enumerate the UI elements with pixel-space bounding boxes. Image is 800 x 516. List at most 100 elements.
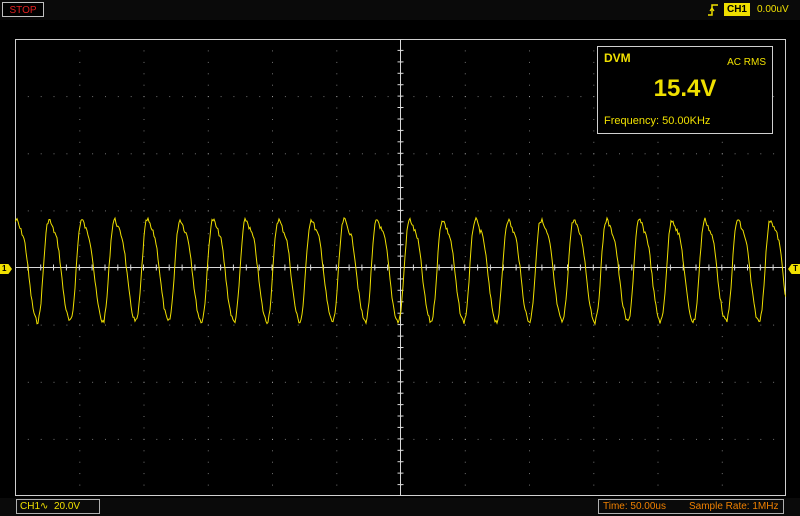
grid-dot xyxy=(220,96,222,98)
grid-dot xyxy=(284,381,286,383)
grid-dot xyxy=(207,393,209,395)
grid-dot xyxy=(259,153,261,155)
grid-dot xyxy=(156,210,158,212)
grid-dot xyxy=(207,221,209,223)
grid-dot xyxy=(464,278,466,280)
grid-dot xyxy=(53,438,55,440)
grid-dot xyxy=(272,358,273,360)
grid-dot xyxy=(40,381,42,383)
grid-dot xyxy=(721,427,723,429)
grid-dot xyxy=(567,153,569,155)
grid-dot xyxy=(593,461,595,463)
grid-dot xyxy=(53,324,55,326)
grid-dot xyxy=(79,107,81,109)
timebase-readout[interactable]: Time: 50.00us Sample Rate: 1MHz xyxy=(598,499,784,514)
grid-dot xyxy=(567,324,569,326)
grid-dot xyxy=(143,301,145,303)
grid-dot xyxy=(773,438,775,440)
grid-dot xyxy=(297,324,299,326)
grid-dot xyxy=(272,84,273,86)
grid-dot xyxy=(336,438,338,440)
grid-dot xyxy=(297,438,299,440)
grid-dot xyxy=(657,164,659,166)
grid-dot xyxy=(143,61,145,63)
grid-dot xyxy=(387,153,389,155)
grid-dot xyxy=(619,153,620,155)
grid-dot xyxy=(336,347,338,349)
grid-dot xyxy=(426,381,428,383)
grid-dot xyxy=(182,381,184,383)
grid-dot xyxy=(464,164,466,166)
grid-dot xyxy=(657,221,659,223)
grid-dot xyxy=(747,324,749,326)
grid-dot xyxy=(349,438,351,440)
grid-dot xyxy=(657,484,659,486)
grid-dot xyxy=(721,358,723,360)
grid-dot xyxy=(207,187,209,189)
grid-dot xyxy=(194,210,196,212)
grid-dot xyxy=(696,210,697,212)
grid-dot xyxy=(683,438,685,440)
grid-dot xyxy=(554,438,556,440)
grid-dot xyxy=(657,301,659,303)
grid-dot xyxy=(323,96,325,98)
grid-dot xyxy=(272,427,273,429)
grid-dot xyxy=(464,438,466,440)
grid-dot xyxy=(593,484,595,486)
grid-dot xyxy=(529,141,530,143)
grid-dot xyxy=(246,210,248,212)
grid-dot xyxy=(529,187,530,189)
grid-dot xyxy=(143,221,145,223)
grid-dot xyxy=(529,336,530,338)
trigger-level-marker[interactable]: T xyxy=(788,264,800,274)
grid-dot xyxy=(143,130,145,132)
grid-dot xyxy=(541,381,543,383)
grid-dot xyxy=(207,324,209,326)
grid-dot xyxy=(53,153,55,155)
grid-dot xyxy=(143,347,145,349)
grid-dot xyxy=(143,381,145,383)
grid-dot xyxy=(529,301,530,303)
grid-dot xyxy=(683,210,685,212)
grid-dot xyxy=(721,198,723,200)
grid-dot xyxy=(336,73,338,75)
grid-dot xyxy=(760,153,762,155)
grid-dot xyxy=(439,153,441,155)
grid-dot xyxy=(464,96,466,98)
grid-dot xyxy=(169,438,171,440)
grid-dot xyxy=(207,119,209,120)
grid-dot xyxy=(143,73,145,75)
grid-dot xyxy=(272,39,273,40)
grid-dot xyxy=(593,130,595,132)
grid-dot xyxy=(246,153,248,155)
grid-dot xyxy=(361,381,363,383)
grid-dot xyxy=(194,381,196,383)
trigger-level-readout: 0.00uV xyxy=(757,4,789,15)
grid-dot xyxy=(207,461,209,463)
grid-dot xyxy=(66,153,68,155)
grid-dot xyxy=(683,381,685,383)
grid-dot xyxy=(15,324,16,326)
grid-dot xyxy=(451,438,453,440)
grid-dot xyxy=(683,324,685,326)
time-per-div: Time: 50.00us xyxy=(603,501,666,512)
grid-dot xyxy=(336,358,338,360)
grid-dot xyxy=(272,256,273,258)
ch1-level-marker[interactable]: 1 xyxy=(0,264,12,274)
grid-dot xyxy=(92,210,94,212)
grid-dot xyxy=(708,324,710,326)
grid-dot xyxy=(593,210,595,212)
ch1-scale-readout[interactable]: CH1∿ 20.0V xyxy=(16,499,100,514)
grid-dot xyxy=(284,210,286,212)
grid-dot xyxy=(387,210,389,212)
grid-dot xyxy=(413,381,415,383)
grid-dot xyxy=(15,96,16,98)
grid-dot xyxy=(105,96,106,98)
dvm-value: 15.4V xyxy=(653,75,717,102)
grid-dot xyxy=(207,404,209,406)
run-stop-status[interactable]: STOP xyxy=(2,2,44,17)
trigger-source-badge[interactable]: CH1 xyxy=(724,3,750,16)
grid-dot xyxy=(156,381,158,383)
grid-dot xyxy=(66,381,68,383)
grid-dot xyxy=(143,39,145,40)
